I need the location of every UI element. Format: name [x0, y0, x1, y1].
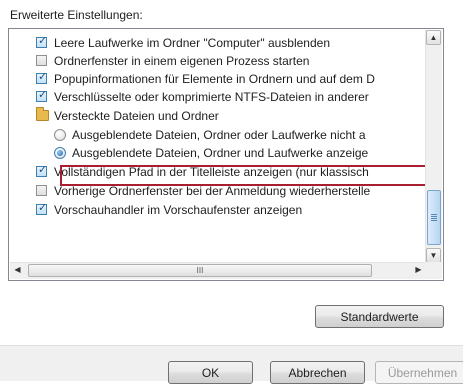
- scroll-right-button[interactable]: ▶: [411, 263, 426, 278]
- checkbox-checked[interactable]: ✓: [36, 35, 48, 48]
- checkmark-icon: ✓: [38, 89, 48, 101]
- list-item-label: Versteckte Dateien und Ordner: [54, 109, 219, 123]
- advanced-settings-list[interactable]: ✓ Leere Laufwerke im Ordner "Computer" au…: [8, 28, 444, 281]
- list-item-label: Vorschauhandler im Vorschaufenster anzei…: [54, 203, 303, 217]
- list-item[interactable]: Ausgeblendete Dateien, Ordner und Laufwe…: [10, 144, 426, 162]
- list-item-label: Popupinformationen für Elemente in Ordne…: [54, 72, 375, 86]
- checkbox-checked[interactable]: ✓: [36, 164, 48, 177]
- list-item[interactable]: ✓ Leere Laufwerke im Ordner "Computer" au…: [10, 34, 426, 52]
- scrollbar-corner: [425, 262, 442, 279]
- vertical-scroll-thumb[interactable]: [427, 190, 441, 245]
- horizontal-scroll-thumb[interactable]: III: [28, 264, 372, 277]
- radio-selected[interactable]: [54, 147, 66, 159]
- checkmark-icon: ✓: [38, 164, 48, 176]
- list-item[interactable]: ✓ Verschlüsselte oder komprimierte NTFS-D…: [10, 88, 426, 106]
- list-item[interactable]: Ausgeblendete Dateien, Ordner oder Laufw…: [10, 126, 426, 144]
- list-viewport: ✓ Leere Laufwerke im Ordner "Computer" au…: [10, 30, 426, 263]
- checkbox-checked[interactable]: ✓: [36, 71, 48, 84]
- checkbox-unchecked[interactable]: [36, 185, 47, 196]
- highlight-box: [60, 165, 426, 186]
- horizontal-scrollbar[interactable]: ◀ III ▶: [10, 262, 426, 279]
- checkmark-icon: ✓: [38, 202, 48, 214]
- list-item[interactable]: ✓ Vorschauhandler im Vorschaufenster anze…: [10, 201, 426, 219]
- dialog-footer: OK Abbrechen Übernehmen: [0, 345, 463, 384]
- list-item-label: Verschlüsselte oder komprimierte NTFS-Da…: [54, 90, 369, 104]
- restore-defaults-button[interactable]: Standardwerte: [315, 305, 444, 328]
- checkbox-unchecked[interactable]: [36, 55, 47, 66]
- list-item-label: Ausgeblendete Dateien, Ordner und Laufwe…: [72, 146, 369, 160]
- scroll-down-button[interactable]: ▼: [426, 248, 441, 263]
- checkbox-checked[interactable]: ✓: [36, 202, 48, 215]
- scroll-left-button[interactable]: ◀: [10, 263, 25, 278]
- list-item-label: Leere Laufwerke im Ordner "Computer" aus…: [54, 36, 330, 50]
- list-item: Versteckte Dateien und Ordner: [10, 107, 426, 125]
- list-item-label: Ordnerfenster in einem eigenen Prozess s…: [54, 54, 310, 68]
- checkmark-icon: ✓: [38, 35, 48, 47]
- cancel-button[interactable]: Abbrechen: [270, 361, 365, 384]
- radio-unselected[interactable]: [54, 129, 66, 141]
- apply-button[interactable]: Übernehmen: [375, 361, 463, 384]
- vertical-scrollbar[interactable]: ▲ ▼: [425, 30, 442, 263]
- list-item[interactable]: Ordnerfenster in einem eigenen Prozess s…: [10, 52, 426, 70]
- scroll-up-button[interactable]: ▲: [426, 30, 441, 45]
- checkmark-icon: ✓: [38, 71, 48, 83]
- section-label: Erweiterte Einstellungen:: [10, 8, 143, 22]
- radio-dot-icon: [57, 150, 63, 156]
- folder-icon: [36, 107, 49, 121]
- list-item[interactable]: ✓ Popupinformationen für Elemente in Ordn…: [10, 70, 426, 88]
- checkbox-checked[interactable]: ✓: [36, 89, 48, 102]
- list-item-label: Ausgeblendete Dateien, Ordner oder Laufw…: [72, 128, 366, 142]
- ok-button[interactable]: OK: [168, 361, 253, 384]
